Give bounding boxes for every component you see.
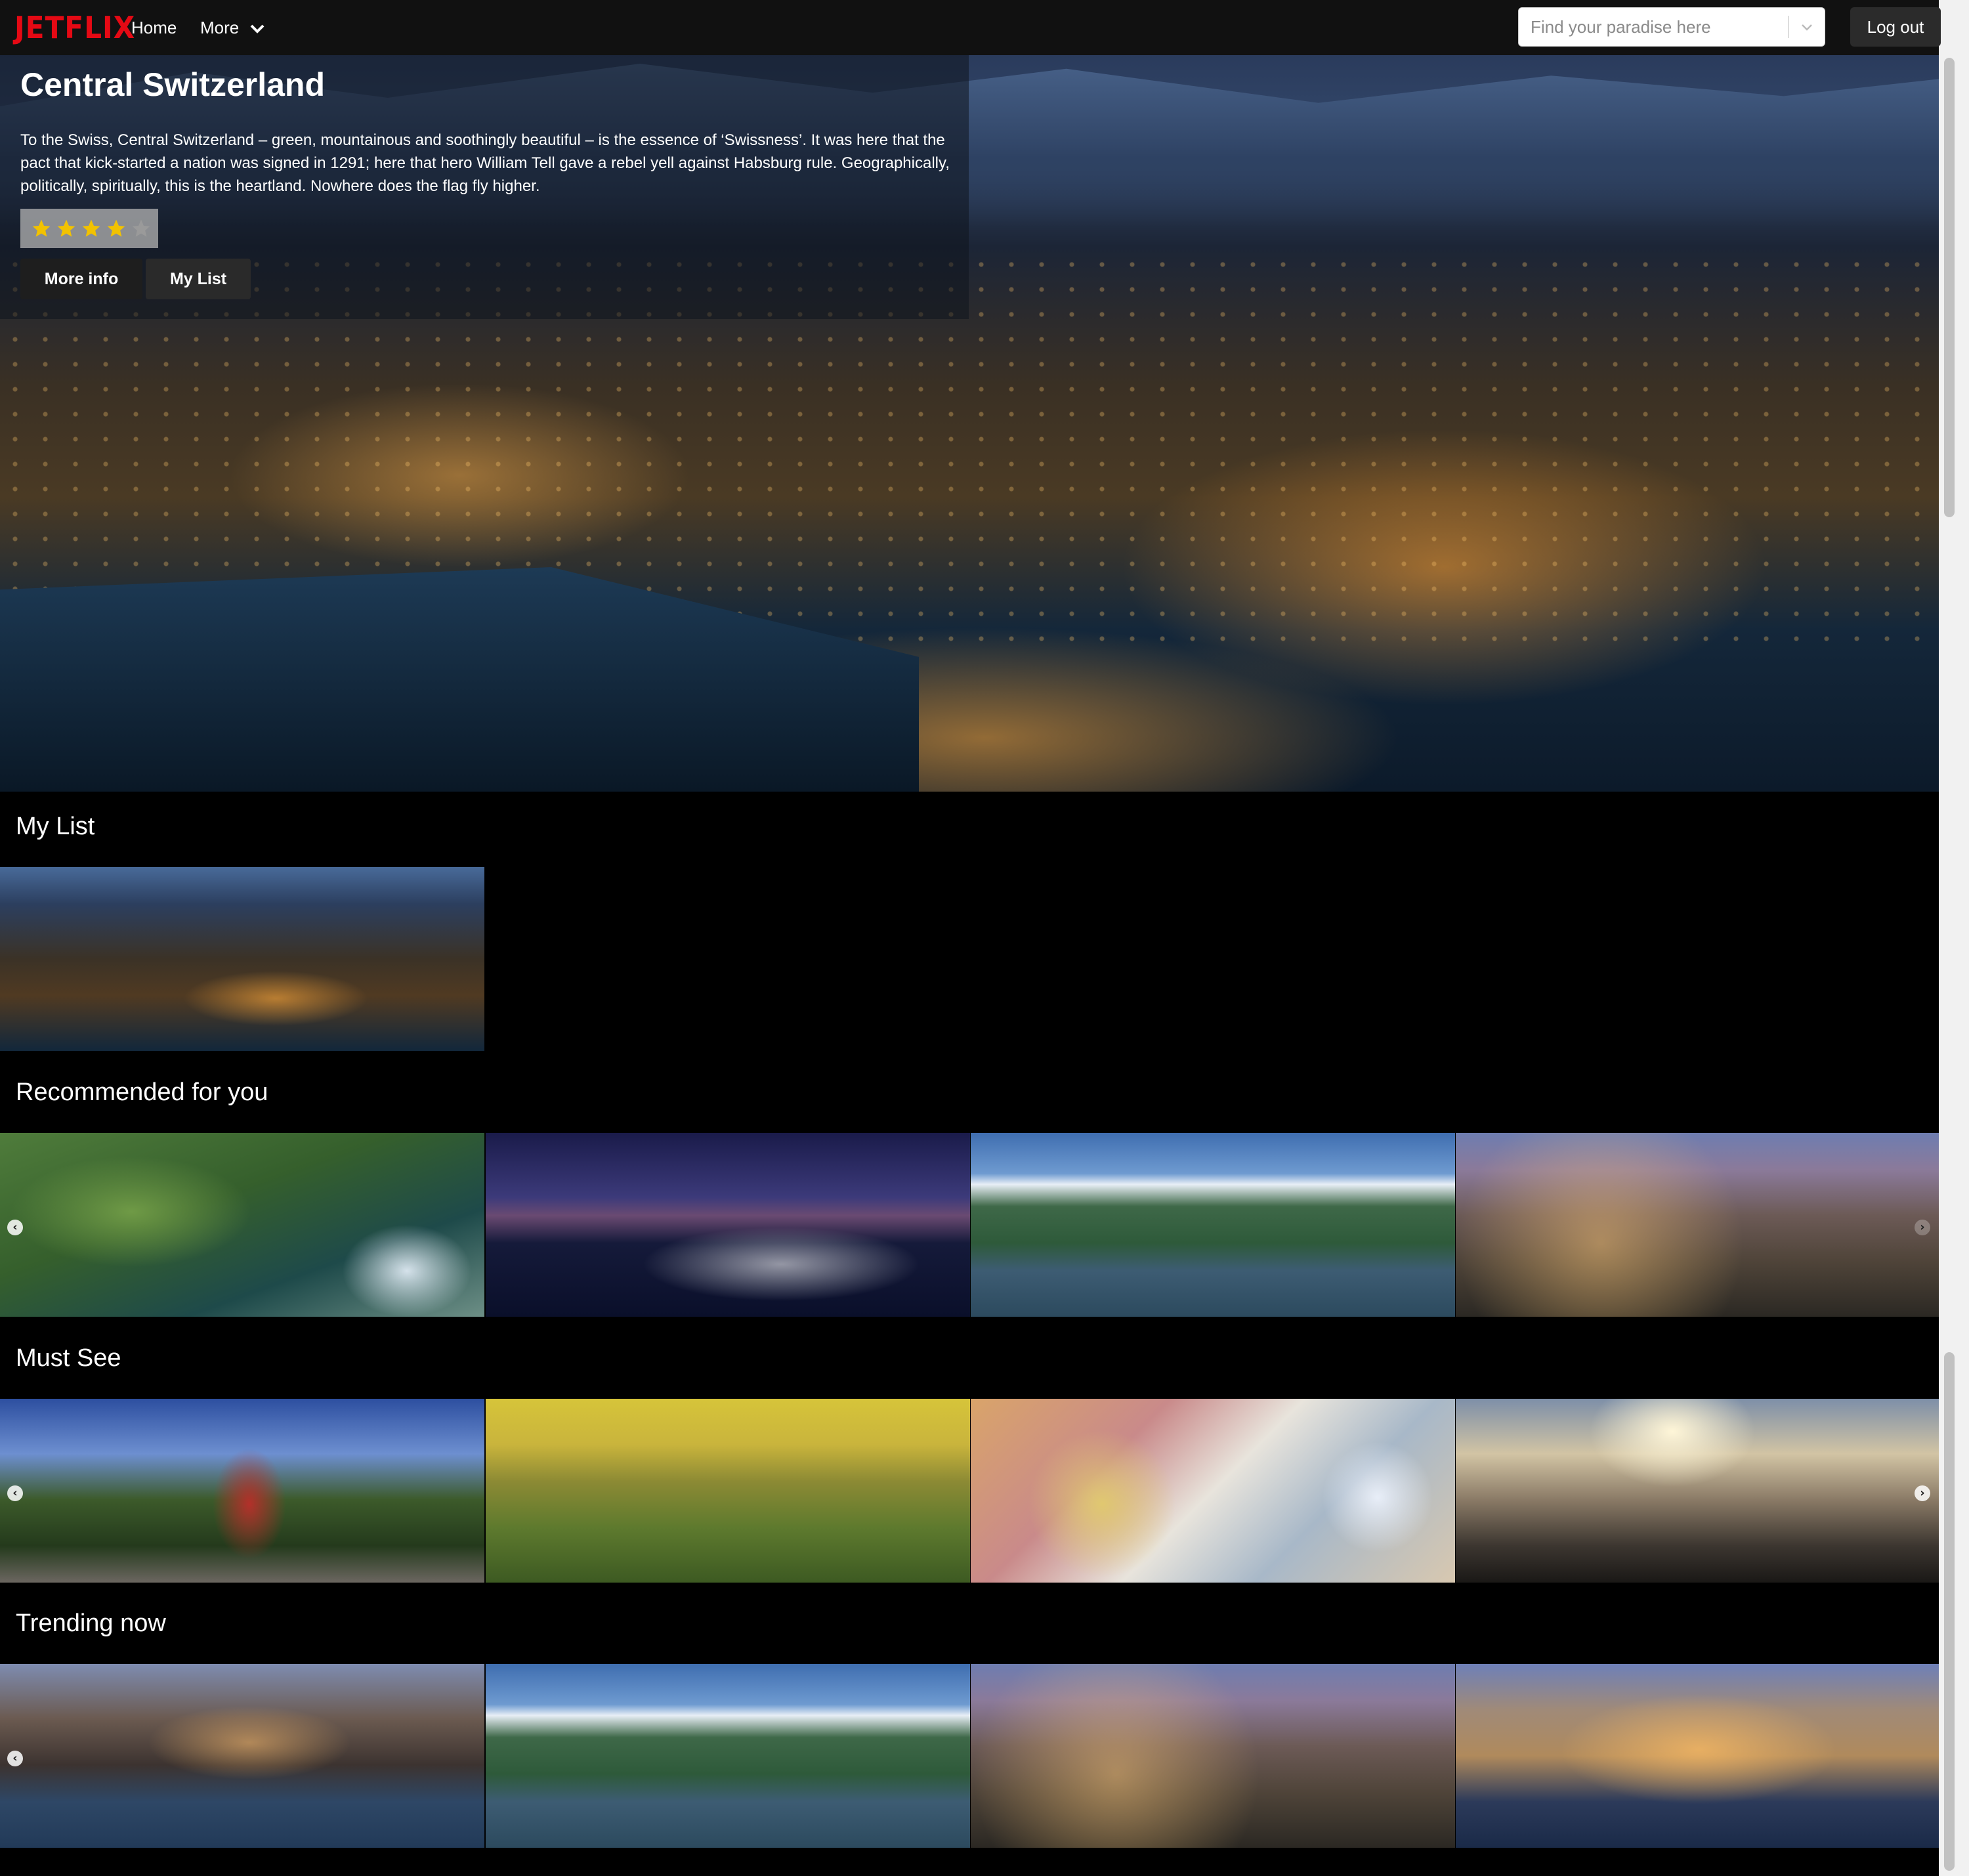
search-divider	[1788, 16, 1789, 38]
star-rating	[20, 209, 158, 248]
chevron-left-icon[interactable]: ‹	[7, 1751, 23, 1766]
nav-home-link[interactable]: Home	[131, 14, 177, 41]
my-list-button[interactable]: My List	[146, 259, 251, 299]
jetflix-logo[interactable]: JETFLIX	[14, 9, 135, 46]
row-title-must-see: Must See	[16, 1344, 121, 1372]
tile-seaside-promenade[interactable]	[1456, 1399, 1939, 1583]
tile-marseille-port[interactable]	[1456, 1664, 1939, 1848]
tile-red-windmill[interactable]	[0, 1399, 484, 1583]
row-title-recommended: Recommended for you	[16, 1078, 268, 1106]
chevron-left-icon[interactable]: ‹	[7, 1220, 23, 1235]
star-icon	[82, 219, 100, 237]
nav-more-dropdown[interactable]: More	[200, 14, 265, 41]
row-title-trending: Trending now	[16, 1610, 166, 1637]
nav-more-label: More	[200, 18, 240, 37]
tile-luzern-night[interactable]	[0, 867, 484, 1051]
chevron-left-icon[interactable]: ‹	[7, 1485, 23, 1501]
tile-city-dusk[interactable]	[971, 1664, 1455, 1848]
logout-button[interactable]: Log out	[1850, 7, 1941, 47]
chevron-right-icon[interactable]: ›	[1915, 1220, 1930, 1235]
star-icon	[107, 219, 125, 237]
tile-gaudi-mosaic[interactable]	[971, 1399, 1455, 1583]
star-empty-icon	[132, 219, 150, 237]
hero-title: Central Switzerland	[20, 66, 325, 103]
tile-golden-vineyard[interactable]	[486, 1399, 970, 1583]
tile-pokhara-lake[interactable]	[971, 1133, 1455, 1317]
top-navbar: JETFLIX Home More Log out	[0, 0, 1941, 55]
tile-city-dusk[interactable]	[1456, 1133, 1939, 1317]
tile-pokhara-lake[interactable]	[486, 1664, 970, 1848]
tile-lit-bridge[interactable]	[486, 1133, 970, 1317]
chevron-down-icon[interactable]	[1800, 20, 1814, 34]
row-title-my-list: My List	[16, 813, 95, 840]
chevron-down-icon	[251, 24, 265, 33]
search-box	[1518, 7, 1825, 47]
star-icon	[57, 219, 75, 237]
tile-guatape-lake[interactable]	[0, 1133, 484, 1317]
star-icon	[32, 219, 51, 237]
chevron-right-icon[interactable]: ›	[1915, 1485, 1930, 1501]
hero-description: To the Swiss, Central Switzerland – gree…	[20, 131, 950, 195]
tile-harbor-town[interactable]	[0, 1664, 484, 1848]
search-input[interactable]	[1519, 8, 1788, 46]
scrollbar-thumb-lower[interactable]	[1944, 1352, 1955, 1871]
more-info-button[interactable]: More info	[20, 259, 142, 299]
scrollbar-thumb[interactable]	[1944, 58, 1955, 517]
